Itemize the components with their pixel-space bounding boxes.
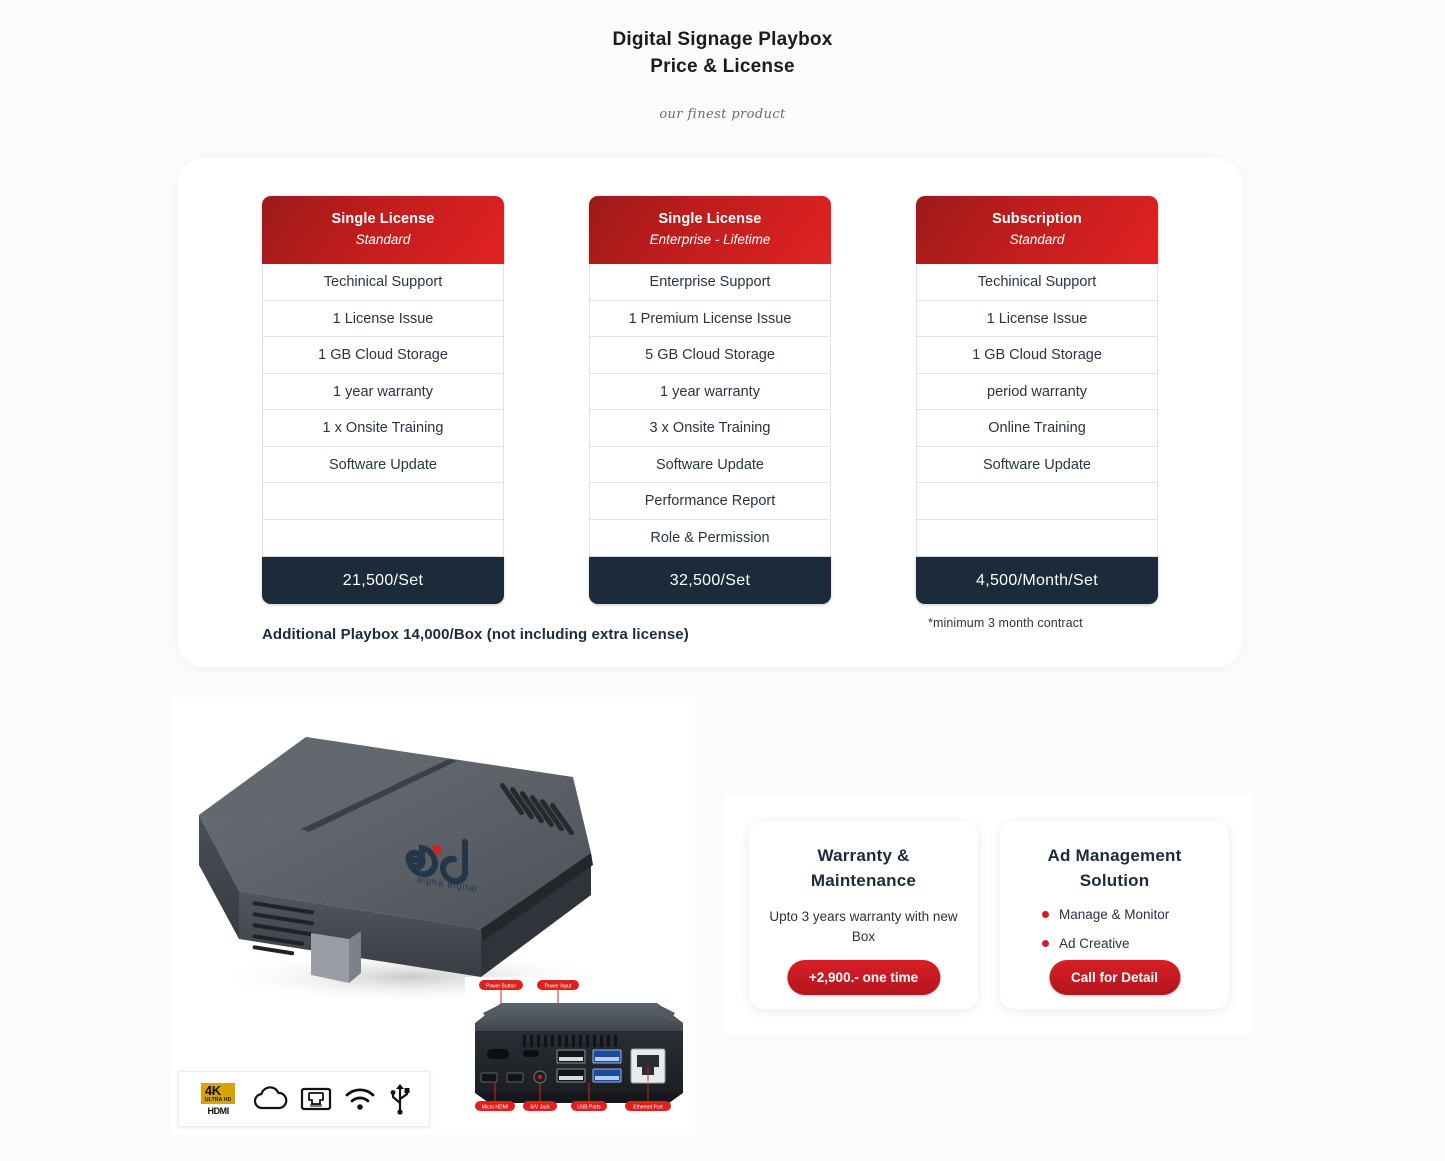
pricing-panel: Single License Standard Techinical Suppo… [178,158,1242,667]
feature-item: Role & Permission [650,529,770,546]
pricing-card-list: Single License Standard Techinical Suppo… [178,158,1242,630]
subscription-contract-note: *minimum 3 month contract [928,616,1083,630]
page-tagline: our finest product [659,107,786,122]
pricing-card-single-license-standard[interactable]: Single License Standard Techinical Suppo… [262,196,504,630]
price-footer: 32,500/Set [589,557,831,604]
feature-item: Techinical Support [917,264,1157,301]
plan-tier: Enterprise - Lifetime [649,232,771,247]
feature-item-empty [263,520,503,557]
bullet-label: Ad Creative [1059,936,1130,951]
plan-name: Single License [658,211,762,227]
price-footer: 21,500/Set [262,557,504,604]
bullet-dot-icon [1042,911,1049,918]
page-header: Digital Signage Playbox Price & License … [0,0,1445,122]
ad-management-card[interactable]: Ad Management Solution Manage & Monitor … [1000,821,1229,1009]
ultra-hd-label: ULTRA HD [204,1096,232,1103]
4k-ultra-hd-hdmi-icon: 4K ULTRA HD HDMI [197,1082,239,1116]
feature-item: Software Update [917,447,1157,483]
pricing-card-header: Single License Enterprise - Lifetime [589,196,831,264]
feature-item: 5 GB Cloud Storage [590,337,830,374]
bullet-label: Manage & Monitor [1059,907,1170,922]
addons-panel: Warranty & Maintenance Upto 3 years warr… [725,795,1253,1035]
pricing-card-header: Single License Standard [262,196,504,264]
cloud-icon [252,1086,288,1112]
svg-text:Micro HDMI: Micro HDMI [482,1105,508,1111]
playbox-rear-panel-image: Power Button Power Input Micro HDMI A/V … [465,977,693,1117]
plan-name: Subscription [992,211,1082,227]
list-item: Ad Creative [1042,936,1215,951]
additional-playbox-note: Additional Playbox 14,000/Box (not inclu… [262,626,689,643]
addons-card-list: Warranty & Maintenance Upto 3 years warr… [725,795,1253,1035]
svg-text:Ethernet Port: Ethernet Port [633,1105,663,1111]
feature-item: period warranty [917,374,1157,410]
call-for-detail-button[interactable]: Call for Detail [1048,960,1181,995]
warranty-price-button[interactable]: +2,900.- one time [786,960,941,995]
feature-item: 1 GB Cloud Storage [917,337,1157,374]
wifi-icon [344,1086,376,1112]
feature-item: 1 Premium License Issue [590,301,830,337]
svg-text:Power Button: Power Button [486,984,516,990]
feature-item: Online Training [917,410,1157,447]
4k-label: 4K [204,1082,221,1098]
feature-item: 3 x Onsite Training [590,410,830,447]
feature-list: Techinical Support 1 License Issue 1 GB … [262,264,504,557]
ad-management-bullet-list: Manage & Monitor Ad Creative [1014,907,1215,951]
feature-item: 1 License Issue [917,301,1157,337]
warranty-card-description: Upto 3 years warranty with new Box [769,909,958,944]
feature-item: Techinical Support [263,264,503,301]
list-item: Manage & Monitor [1042,907,1215,922]
page-title-line2: Price & License [650,56,795,77]
bullet-dot-icon [1042,940,1049,947]
feature-item: 1 year warranty [590,374,830,410]
plan-tier: Standard [355,232,411,247]
feature-item: 1 x Onsite Training [263,410,503,447]
warranty-card-title: Warranty & Maintenance [810,846,917,890]
feature-item: Performance Report [590,483,830,520]
warranty-maintenance-card[interactable]: Warranty & Maintenance Upto 3 years warr… [749,821,978,1009]
pricing-card-subscription-standard[interactable]: Subscription Standard Techinical Support… [916,196,1158,630]
feature-item: 1 License Issue [263,301,503,337]
feature-item: Software Update [590,447,830,483]
feature-item-empty [917,520,1157,557]
product-image-block: alpha digital Power Button Power Input M… [171,697,695,1135]
usb-icon [389,1083,411,1115]
pricing-card-header: Subscription Standard [916,196,1158,264]
feature-item: Software Update [263,447,503,483]
feature-item-empty [263,483,503,520]
ethernet-port-icon [300,1085,332,1113]
feature-item-empty [917,483,1157,520]
page-title-line1: Digital Signage Playbox [612,29,833,50]
feature-item: Enterprise Support [590,264,830,301]
svg-text:A/V Jack: A/V Jack [530,1105,550,1111]
svg-text:Power Input: Power Input [545,984,572,990]
playbox-device-image: alpha digital [181,715,651,1015]
plan-tier: Standard [1009,232,1065,247]
feature-list: Enterprise Support 1 Premium License Iss… [589,264,831,557]
feature-item: 1 GB Cloud Storage [263,337,503,374]
spec-icon-strip: 4K ULTRA HD HDMI [178,1071,430,1127]
ad-management-card-title: Ad Management Solution [1047,846,1182,890]
feature-item: 1 year warranty [263,374,503,410]
feature-list: Techinical Support 1 License Issue 1 GB … [916,264,1158,557]
price-footer: 4,500/Month/Set [916,557,1158,604]
pricing-card-single-license-enterprise[interactable]: Single License Enterprise - Lifetime Ent… [589,196,831,630]
plan-name: Single License [331,211,435,227]
hdmi-label: HDMI [207,1105,229,1116]
page-title: Digital Signage Playbox Price & License [0,26,1445,80]
svg-text:USB Ports: USB Ports [577,1105,601,1111]
